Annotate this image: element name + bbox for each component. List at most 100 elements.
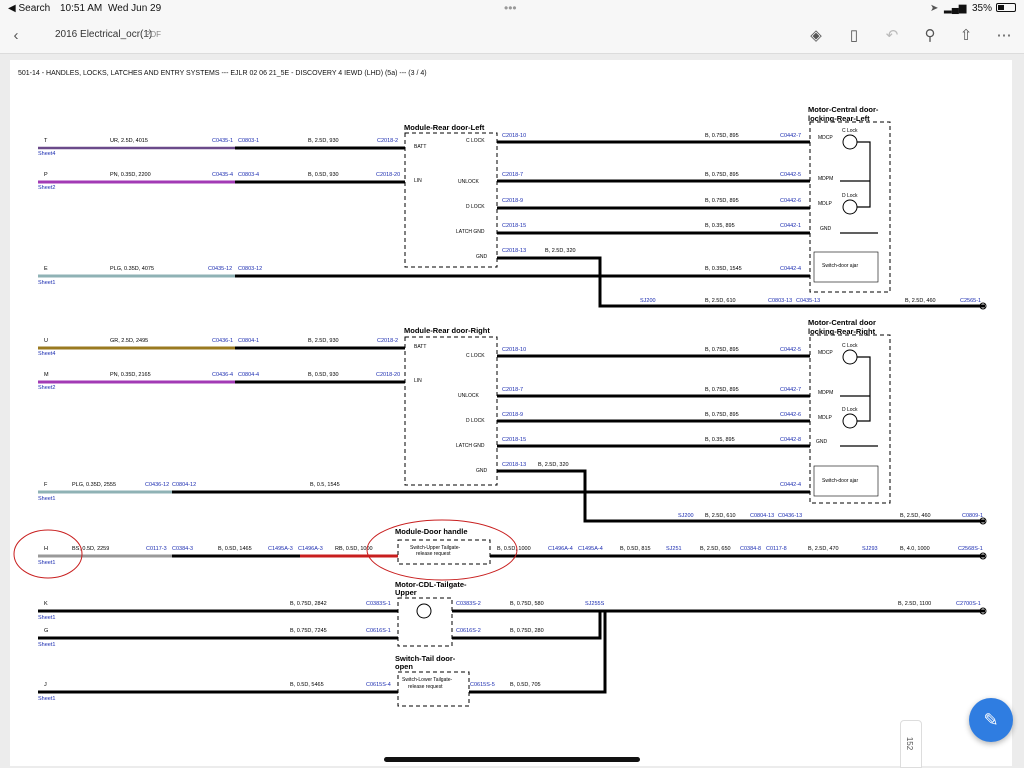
pin-label: MDCP	[818, 350, 833, 356]
document-toolbar: ‹ 2016 Electrical_ocr(1) PDF ◈ ▯ ↶ ⚲ ⇧ ⋯	[0, 18, 1024, 54]
wire-label: B, 2.5D, 460	[900, 513, 931, 519]
sheet-ref[interactable]: Sheet1	[38, 560, 55, 566]
pin-k-label: K	[44, 601, 48, 607]
pin-label: BATT	[414, 344, 426, 350]
pin-label: C LOCK	[466, 138, 485, 144]
pin-p-label: P	[44, 172, 48, 178]
pin-label: MDLP	[818, 415, 833, 421]
page-number-tab[interactable]: 152	[900, 720, 922, 768]
wire-label: B, 0.5D, 5465	[290, 682, 324, 688]
wire-label: B, 0.35, 895	[705, 223, 735, 229]
wire-label: B, 0.35, 895	[705, 437, 735, 443]
sheet-ref[interactable]: Sheet1	[38, 696, 55, 702]
search-icon[interactable]: ⚲	[920, 26, 940, 46]
wire-label: UR, 2.5D, 4015	[110, 138, 148, 144]
wire-label: B, 0.5D, 930	[308, 372, 339, 378]
connector-label: C0804-12	[172, 482, 196, 488]
connector-label: C0436-13	[778, 513, 802, 519]
share-icon[interactable]: ⇧	[956, 26, 976, 46]
splice-label: SJ293	[862, 546, 878, 552]
wire-label: B, 2.5D, 650	[700, 546, 731, 552]
wire-label: GR, 2.5D, 2495	[110, 338, 148, 344]
sheet-ref[interactable]: Sheet4	[38, 151, 55, 157]
pin-label: GND	[476, 468, 488, 474]
motor-cdl-tailgate-box	[397, 597, 453, 647]
switch-label: Switch-door ajar	[822, 263, 858, 269]
switch-label: Switch-door ajar	[822, 478, 858, 484]
sheet-ref[interactable]: Sheet1	[38, 615, 55, 621]
connector-label: C0803-13	[768, 298, 792, 304]
connector-label: C1496A-3	[298, 546, 323, 552]
connector-label: C2018-7	[502, 172, 523, 178]
edit-pencil-button[interactable]: ✎	[969, 698, 1013, 742]
sheet-ref[interactable]: Sheet1	[38, 280, 55, 286]
connector-label: C0435-1	[212, 138, 233, 144]
wire-label: B, 0.5D, 1465	[218, 546, 252, 552]
document-type: PDF	[145, 30, 161, 39]
connector-label: C2018-2	[377, 138, 398, 144]
multitask-dots[interactable]: •••	[504, 1, 517, 15]
sheet-ref[interactable]: Sheet2	[38, 385, 55, 391]
sheet-ref[interactable]: Sheet2	[38, 185, 55, 191]
connector-label: C0809-1	[962, 513, 983, 519]
wire-label: PLG, 0.35D, 2555	[72, 482, 116, 488]
home-indicator[interactable]	[384, 757, 640, 762]
connector-label: C1496A-4	[548, 546, 573, 552]
connector-label: C2565-1	[960, 298, 981, 304]
motor-icon	[842, 134, 858, 150]
wire-label: PN, 0.35D, 2200	[110, 172, 151, 178]
connector-label: C0436-4	[212, 372, 233, 378]
wire-label: B, 0.35D, 1545	[705, 266, 742, 272]
wire-label: B, 0.75D, 895	[705, 198, 739, 204]
connector-label: C2018-7	[502, 387, 523, 393]
module-title: locking-Rear-Left	[808, 114, 870, 123]
connector-label: C0804-1	[238, 338, 259, 344]
connector-label: C0435-12	[208, 266, 232, 272]
module-title: Module-Rear door-Right	[404, 326, 490, 335]
switch-label: Switch-Lower Tailgate-	[402, 677, 453, 683]
connector-label: C2018-9	[502, 198, 523, 204]
wire-label: B, 0.75D, 895	[705, 387, 739, 393]
connector-label: C0436-12	[145, 482, 169, 488]
module-title: open	[395, 662, 413, 671]
connector-label: C0804-4	[238, 372, 259, 378]
pin-h-label: H	[44, 546, 48, 552]
pencil-icon: ✎	[983, 710, 999, 730]
motor-label: C Lock	[842, 128, 858, 134]
sheet-ref[interactable]: Sheet4	[38, 351, 55, 357]
connector-label: C0442-5	[780, 172, 801, 178]
wire-label: B, 0.5D, 1000	[497, 546, 531, 552]
page-icon[interactable]: ▯	[844, 26, 864, 46]
module-title: Motor-Central door	[808, 318, 876, 327]
pin-label: GND	[476, 254, 488, 260]
connector-label: C2018-13	[502, 462, 526, 468]
pin-label: MDLP	[818, 201, 833, 207]
connector-label: C2018-9	[502, 412, 523, 418]
reader-mode-icon[interactable]: ◈	[806, 26, 826, 46]
pin-label: GND	[816, 439, 828, 445]
switch-label: release request	[416, 551, 451, 557]
more-icon[interactable]: ⋯	[994, 26, 1014, 46]
module-title: Upper	[395, 588, 417, 597]
chevron-left-icon[interactable]: ‹	[6, 26, 26, 46]
wire-label: B, 0.75D, 7245	[290, 628, 327, 634]
battery-icon	[996, 3, 1016, 12]
module-title: Module-Door handle	[395, 527, 468, 536]
back-to-search-link[interactable]: ◀ Search	[8, 3, 50, 14]
undo-icon[interactable]: ↶	[882, 26, 902, 46]
wire-label: B, 2.5D, 320	[538, 462, 569, 468]
wifi-icon: ◔	[960, 3, 967, 14]
rear-door-right-circuit: U Sheet4 GR, 2.5D, 2495 C0436-1 C0804-1 …	[38, 318, 987, 525]
sheet-ref[interactable]: Sheet1	[38, 642, 55, 648]
connector-label: C0442-5	[780, 347, 801, 353]
motor-icon	[416, 603, 432, 619]
sheet-ref[interactable]: Sheet1	[38, 496, 55, 502]
connector-label: C0442-8	[780, 437, 801, 443]
rear-door-left-circuit: T Sheet4 UR, 2.5D, 4015 C0435-1 C0803-1 …	[38, 105, 987, 310]
wire-label: B, 0.5, 1545	[310, 482, 340, 488]
motor-label: D Lock	[842, 193, 858, 199]
connector-label: C2018-10	[502, 133, 526, 139]
connector-label: C0435-13	[796, 298, 820, 304]
splice-label: SJ200	[640, 298, 656, 304]
pin-label: C LOCK	[466, 353, 485, 359]
